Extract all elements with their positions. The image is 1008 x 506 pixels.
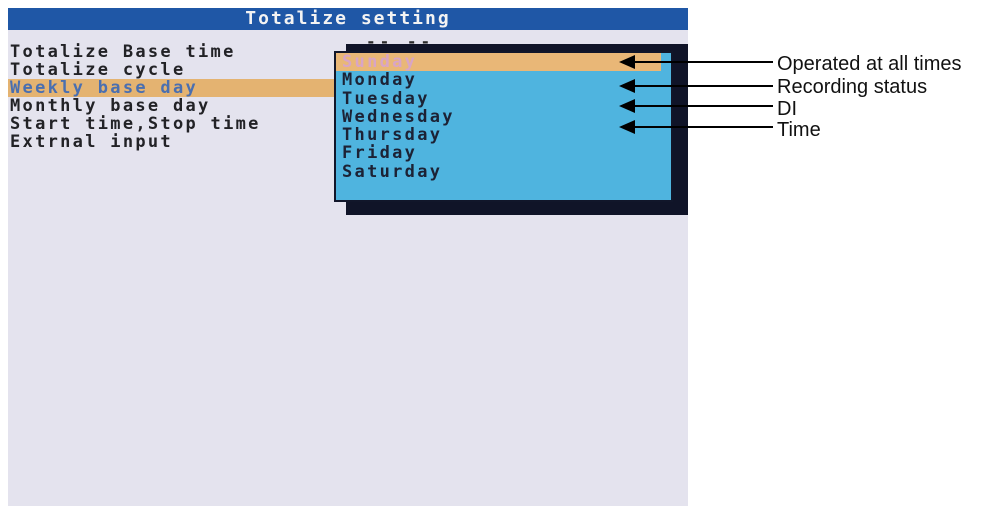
settings-menu: Totalize Base time Totalize cycle Weekly… xyxy=(8,43,338,151)
device-screen: Totalize setting Totalize Base time Tota… xyxy=(8,8,688,506)
menu-item-weekly-base-day[interactable]: Weekly base day xyxy=(8,79,338,97)
callout-time: Time xyxy=(777,119,821,141)
callout-recording-status: Recording status xyxy=(777,76,928,98)
callout-operated-at-all-times: Operated at all times xyxy=(777,53,962,75)
dropdown-option-sunday[interactable]: Sunday xyxy=(336,53,661,72)
dropdown-option-saturday[interactable]: Saturday xyxy=(336,163,671,181)
callout-arrow-icon xyxy=(619,120,773,134)
callout-di: DI xyxy=(777,98,797,120)
menu-item-monthly-base-day[interactable]: Monthly base day xyxy=(8,97,338,115)
callout-arrow-icon xyxy=(619,79,773,93)
dropdown-option-friday[interactable]: Friday xyxy=(336,144,671,162)
menu-item-start-stop-time[interactable]: Start time,Stop time xyxy=(8,115,338,133)
menu-item-external-input[interactable]: Extrnal input xyxy=(8,133,338,151)
menu-item-totalize-base-time[interactable]: Totalize Base time xyxy=(8,43,338,61)
callout-arrow-icon xyxy=(619,99,773,113)
menu-item-totalize-cycle[interactable]: Totalize cycle xyxy=(8,61,338,79)
callout-arrow-icon xyxy=(619,55,773,69)
screen-title: Totalize setting xyxy=(8,8,688,30)
